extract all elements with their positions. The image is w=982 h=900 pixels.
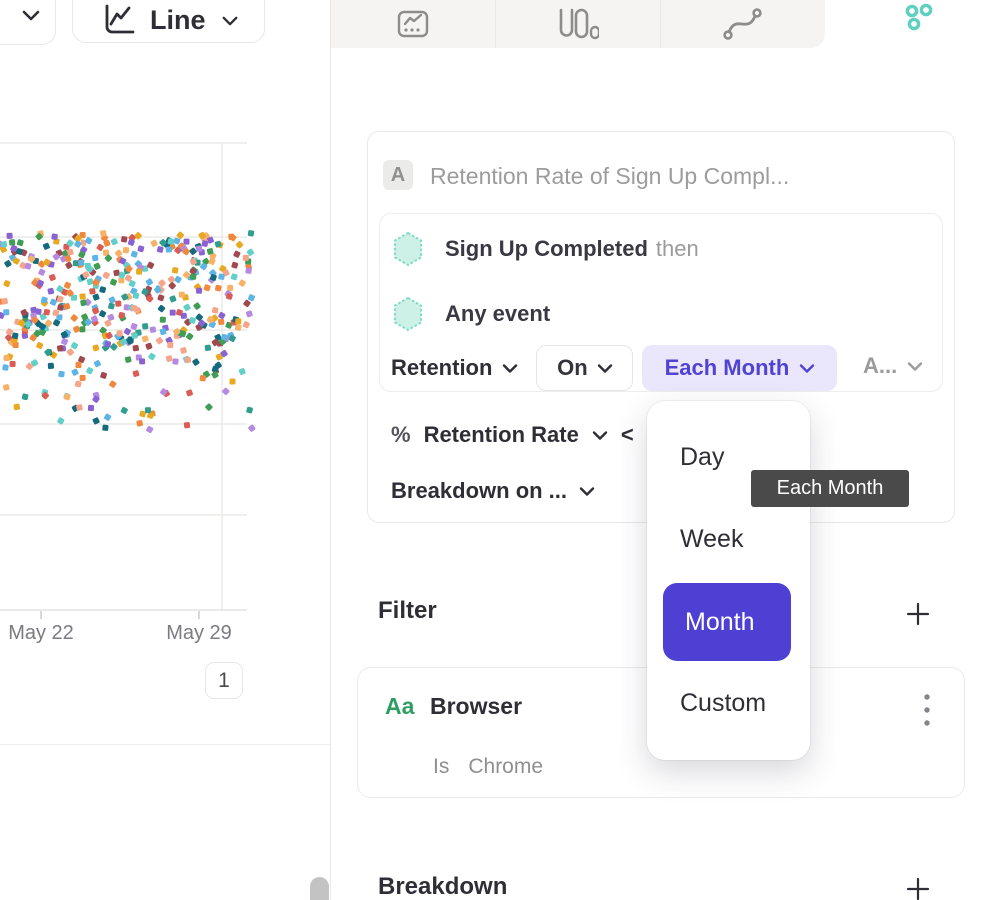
- retention-scatter-chart: [0, 130, 330, 630]
- menu-item-week[interactable]: Week: [680, 525, 743, 554]
- scatter-points: [0, 230, 256, 434]
- filter-property-label[interactable]: Browser: [430, 693, 522, 720]
- menu-item-custom[interactable]: Custom: [680, 689, 766, 718]
- interval-dropdown-trigger[interactable]: Each Month: [642, 345, 837, 391]
- line-chart-icon: [99, 4, 137, 37]
- filter-section-heading: Filter: [378, 597, 437, 625]
- chart-card-divider: [0, 744, 330, 745]
- retention-report-page: Line May 22 May 29 1: [0, 0, 982, 900]
- percent-icon: %: [391, 422, 411, 448]
- tab-bar-chart[interactable]: [496, 0, 661, 48]
- tooltip-text: Each Month: [777, 477, 884, 500]
- chevron-down-icon: [221, 15, 239, 27]
- chart-type-label: Line: [150, 5, 206, 36]
- query-title[interactable]: Retention Rate of Sign Up Compl...: [430, 163, 789, 190]
- step-return-event[interactable]: Any event: [392, 296, 558, 332]
- filter-overflow-menu-button[interactable]: [918, 692, 936, 728]
- x-axis-tick-label: May 29: [166, 622, 232, 645]
- breakdown-on-dropdown[interactable]: Breakdown on ...: [391, 478, 595, 504]
- filter-clause: Is Chrome: [433, 755, 543, 779]
- chart-type-button[interactable]: Line: [72, 0, 265, 43]
- interval-dropdown-menu: Day Week Month Custom: [647, 401, 810, 760]
- interval-label: Each Month: [665, 355, 790, 381]
- tab-insights-chart[interactable]: [331, 0, 496, 48]
- scrollbar-thumb[interactable]: [310, 877, 329, 900]
- step-event-label[interactable]: Any event: [445, 301, 550, 326]
- filter-operator[interactable]: Is: [433, 755, 449, 779]
- tab-retention[interactable]: [860, 0, 982, 48]
- retention-mode-dropdown[interactable]: Retention: [391, 355, 518, 381]
- tab-flows[interactable]: [661, 0, 825, 48]
- flows-icon: [723, 7, 763, 41]
- bar-chart-icon: [557, 8, 599, 41]
- retention-dots-icon: [903, 3, 939, 35]
- measure-trailing-text: <: [621, 422, 634, 448]
- step-suffix: then: [656, 236, 699, 261]
- panel-divider: [330, 0, 331, 900]
- pagination-page-button[interactable]: 1: [205, 662, 243, 699]
- add-filter-button[interactable]: [903, 599, 933, 629]
- on-dropdown[interactable]: On: [536, 345, 633, 391]
- measure-label: Retention Rate: [424, 422, 579, 448]
- query-letter-badge: A: [383, 160, 413, 190]
- insights-chart-icon: [396, 9, 430, 39]
- menu-item-month-label: Month: [685, 608, 754, 637]
- retention-controls-row: Retention On Each Month: [391, 345, 837, 391]
- x-axis-tick-label: May 22: [8, 622, 74, 645]
- menu-item-day[interactable]: Day: [680, 443, 724, 472]
- collapsed-dropdown-button[interactable]: [0, 0, 56, 45]
- overflow-dropdown[interactable]: A...: [863, 353, 923, 379]
- step-first-event[interactable]: Sign Up Completed then: [392, 231, 699, 267]
- filter-value[interactable]: Chrome: [468, 755, 543, 779]
- chevron-down-icon: [21, 9, 41, 22]
- retention-mode-label: Retention: [391, 355, 492, 381]
- kebab-icon: [923, 692, 931, 728]
- on-label: On: [557, 355, 588, 381]
- add-breakdown-button[interactable]: [903, 874, 933, 900]
- plus-icon: [904, 875, 932, 900]
- step-event-label[interactable]: Sign Up Completed: [445, 236, 648, 261]
- breakdown-on-label: Breakdown on ...: [391, 478, 567, 504]
- menu-item-month[interactable]: Month: [663, 583, 791, 661]
- tooltip: Each Month: [751, 470, 909, 507]
- event-hexagon-icon: [392, 296, 424, 332]
- plus-icon: [904, 600, 932, 628]
- event-hexagon-icon: [392, 231, 424, 267]
- measure-dropdown[interactable]: % Retention Rate <: [391, 422, 634, 448]
- breakdown-section-heading: Breakdown: [378, 873, 507, 900]
- string-type-badge: Aa: [385, 693, 414, 720]
- visualization-tabbar: [331, 0, 825, 48]
- overflow-label: A...: [863, 353, 897, 379]
